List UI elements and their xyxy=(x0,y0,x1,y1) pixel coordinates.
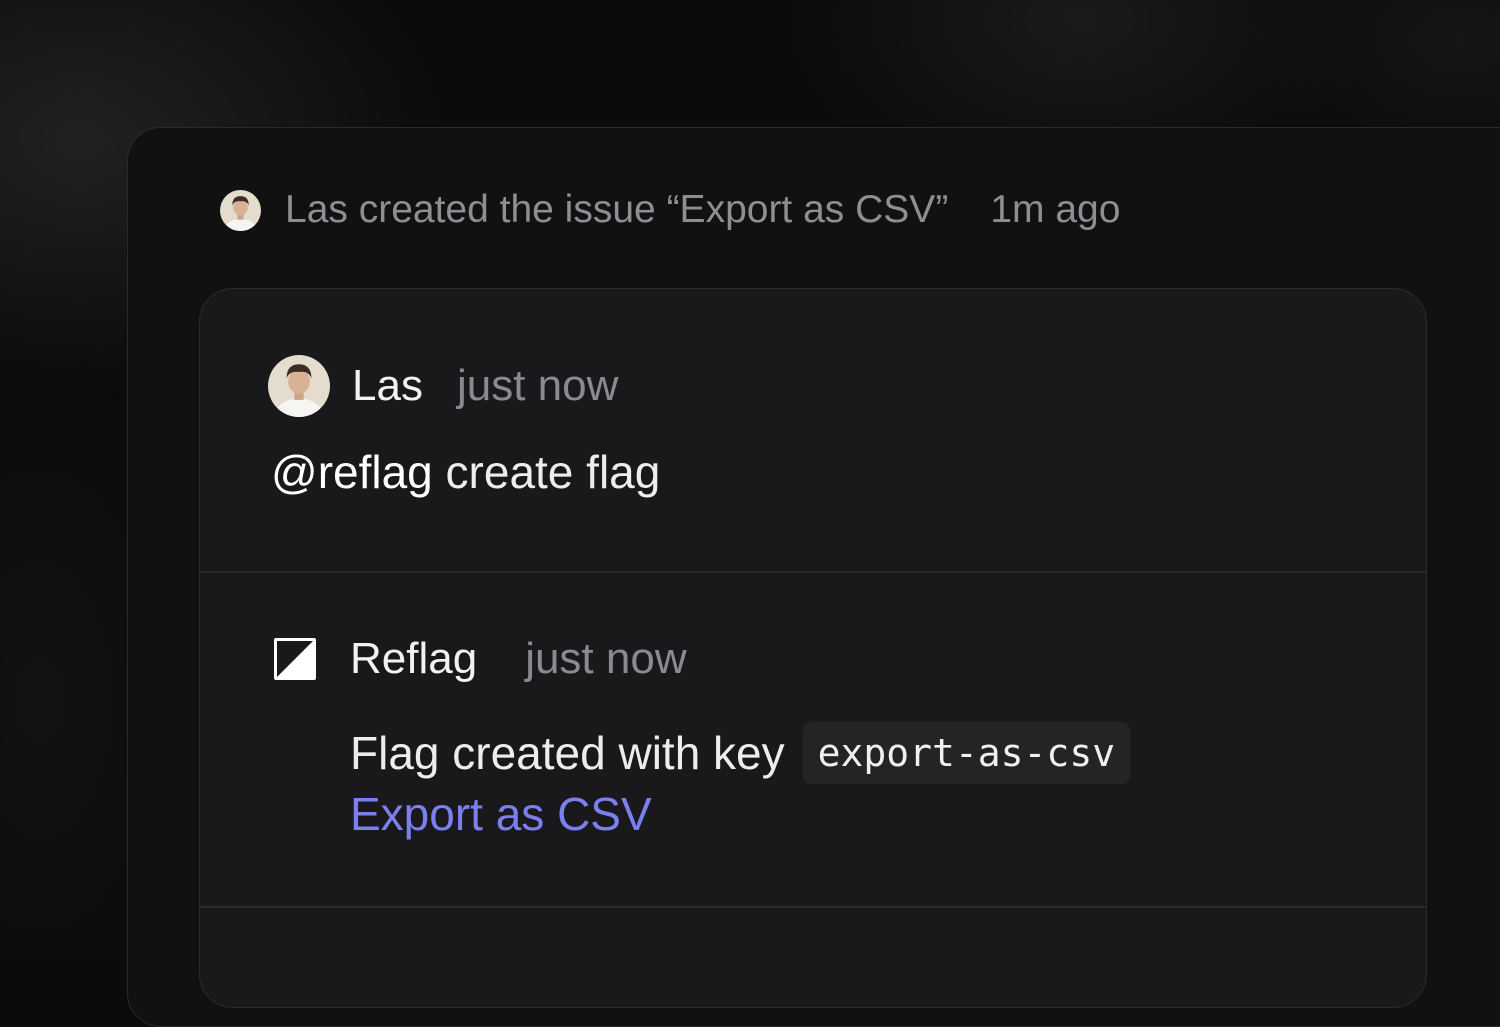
reply-message: Flag created with key xyxy=(350,727,785,779)
comment-timestamp: just now xyxy=(456,361,619,410)
reply-message-line: Flag created with key export-as-csv xyxy=(350,721,1131,785)
reflag-logo-icon xyxy=(272,636,318,682)
comment-author[interactable]: Las xyxy=(352,361,423,411)
reply-author[interactable]: Reflag xyxy=(350,634,477,684)
reply-header: Reflag just now xyxy=(272,629,687,689)
flag-key-code: export-as-csv xyxy=(802,722,1131,784)
activity-event: Las created the issue “Export as CSV” 1m… xyxy=(220,186,1120,234)
activity-text: Las created the issue “Export as CSV” xyxy=(285,188,949,231)
comment-thread-card: Las just now @reflag create flag Reflag … xyxy=(199,288,1427,1008)
avatar[interactable] xyxy=(220,189,261,231)
comment-header: Las just now xyxy=(268,355,618,417)
reply-timestamp: just now xyxy=(525,634,687,683)
mention[interactable]: @reflag xyxy=(271,446,433,498)
reply-body: Flag created with key export-as-csv Expo… xyxy=(350,721,1131,841)
comment-body: @reflag create flag xyxy=(271,445,660,499)
activity-timestamp: 1m ago xyxy=(990,188,1121,231)
comment-text: create flag xyxy=(432,446,661,498)
avatar[interactable] xyxy=(268,355,330,417)
divider xyxy=(200,906,1426,908)
divider xyxy=(200,571,1426,573)
flag-link[interactable]: Export as CSV xyxy=(350,787,1130,841)
